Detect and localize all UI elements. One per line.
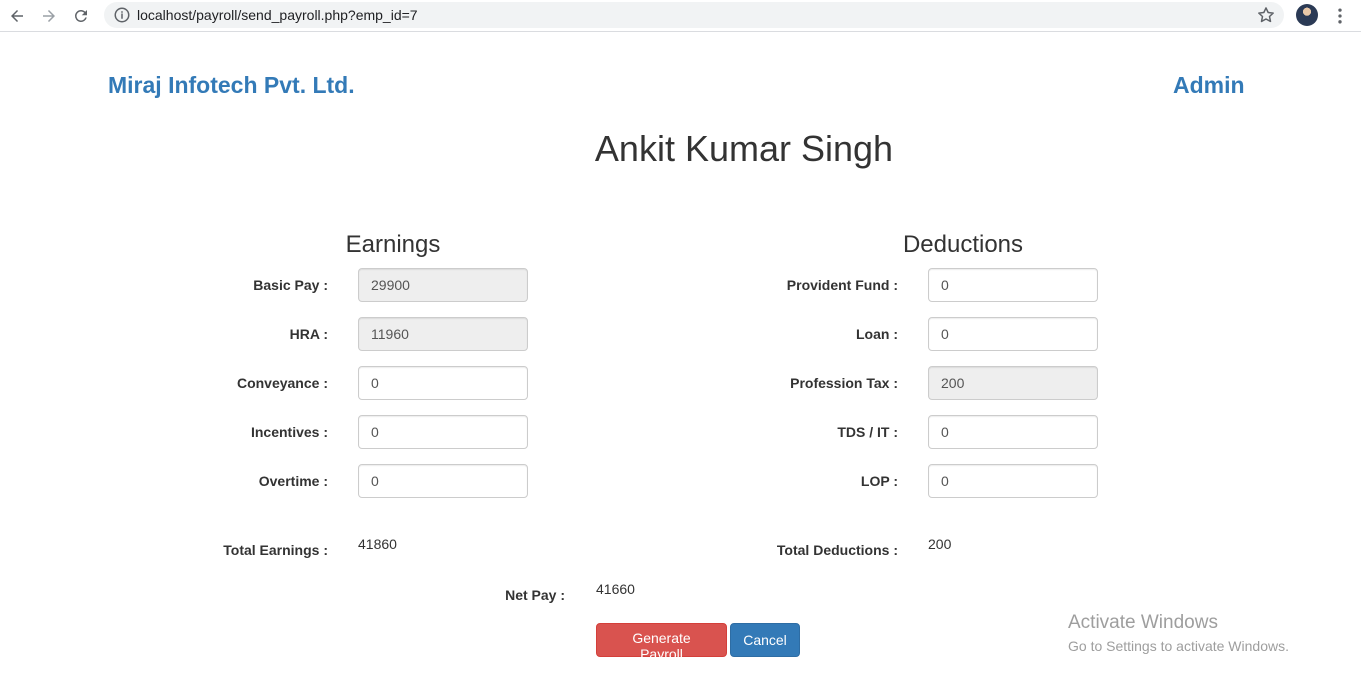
conveyance-label: Conveyance : <box>236 375 328 391</box>
forward-button[interactable] <box>37 4 61 28</box>
more-vert-icon[interactable] <box>1330 6 1350 26</box>
info-icon[interactable] <box>113 6 131 24</box>
activate-windows-watermark: Activate Windows Go to Settings to activ… <box>1068 612 1289 654</box>
url-text: localhost/payroll/send_payroll.php?emp_i… <box>137 7 418 23</box>
total-deductions-value: 200 <box>928 536 952 552</box>
browser-toolbar: localhost/payroll/send_payroll.php?emp_i… <box>0 0 1361 32</box>
address-bar[interactable]: localhost/payroll/send_payroll.php?emp_i… <box>104 2 1284 28</box>
employee-name: Ankit Kumar Singh <box>594 128 894 169</box>
incentives-label: Incentives : <box>250 424 328 440</box>
incentives-input[interactable] <box>358 415 528 449</box>
overtime-input[interactable] <box>358 464 528 498</box>
back-button[interactable] <box>5 4 29 28</box>
reload-icon <box>74 9 87 22</box>
basic-pay-label: Basic Pay : <box>253 277 328 293</box>
watermark-title: Activate Windows <box>1068 612 1218 633</box>
lop-label: LOP : <box>860 473 898 489</box>
cancel-button[interactable]: Cancel <box>730 623 800 657</box>
lop-input[interactable] <box>928 464 1098 498</box>
reload-button[interactable] <box>69 4 93 28</box>
tds-it-input[interactable] <box>928 415 1098 449</box>
earnings-title: Earnings <box>345 231 441 258</box>
total-earnings-label: Total Earnings : <box>223 542 328 558</box>
watermark-subtitle: Go to Settings to activate Windows. <box>1068 638 1289 654</box>
tds-it-label: TDS / IT : <box>837 424 898 440</box>
hra-input[interactable] <box>358 317 528 351</box>
total-earnings-value: 41860 <box>358 536 397 552</box>
arrow-right-icon <box>43 10 55 22</box>
loan-input[interactable] <box>928 317 1098 351</box>
deductions-title: Deductions <box>902 231 1024 258</box>
total-deductions-label: Total Deductions : <box>776 542 898 558</box>
overtime-label: Overtime : <box>258 473 328 489</box>
conveyance-input[interactable] <box>358 366 528 400</box>
generate-payroll-button[interactable]: Generate Payroll <box>596 623 727 662</box>
profession-tax-input[interactable] <box>928 366 1098 400</box>
net-pay-label: Net Pay : <box>505 587 565 603</box>
basic-pay-input[interactable] <box>358 268 528 302</box>
profession-tax-label: Profession Tax : <box>790 375 898 391</box>
arrow-left-icon <box>11 10 23 22</box>
provident-fund-label: Provident Fund : <box>786 277 898 293</box>
net-pay-value: 41660 <box>596 581 635 597</box>
profile-avatar[interactable] <box>1296 4 1318 26</box>
provident-fund-input[interactable] <box>928 268 1098 302</box>
admin-label: Admin <box>1173 72 1245 98</box>
bookmark-star-icon[interactable] <box>1256 5 1276 25</box>
loan-label: Loan : <box>856 326 898 342</box>
hra-label: HRA : <box>289 326 328 342</box>
company-name: Miraj Infotech Pvt. Ltd. <box>108 72 355 98</box>
